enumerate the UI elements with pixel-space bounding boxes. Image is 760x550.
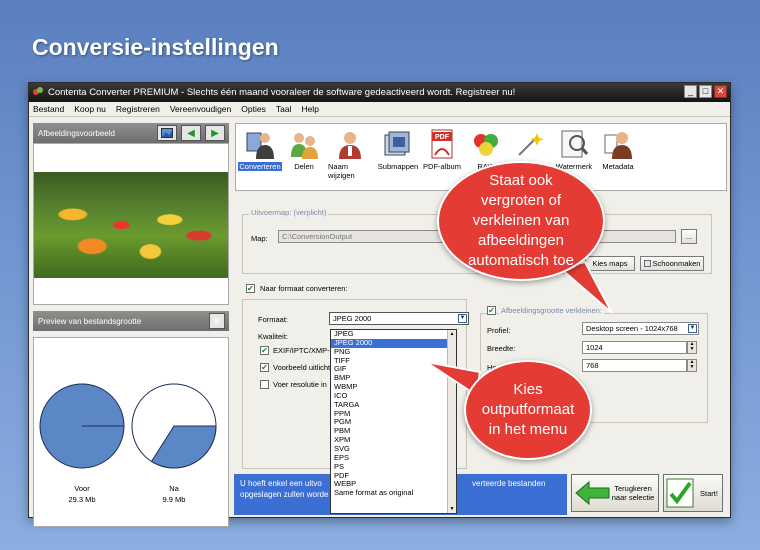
callout-resize-text: Staat ook vergroten of verkleinen van af… (468, 172, 574, 269)
callout-resize: Staat ook vergroten of verkleinen van af… (437, 161, 605, 281)
callout-tails (425, 260, 613, 397)
callout-format: Kies outputformaat in het menu (464, 360, 592, 460)
callout-format-text: Kies outputformaat in het menu (481, 381, 575, 438)
